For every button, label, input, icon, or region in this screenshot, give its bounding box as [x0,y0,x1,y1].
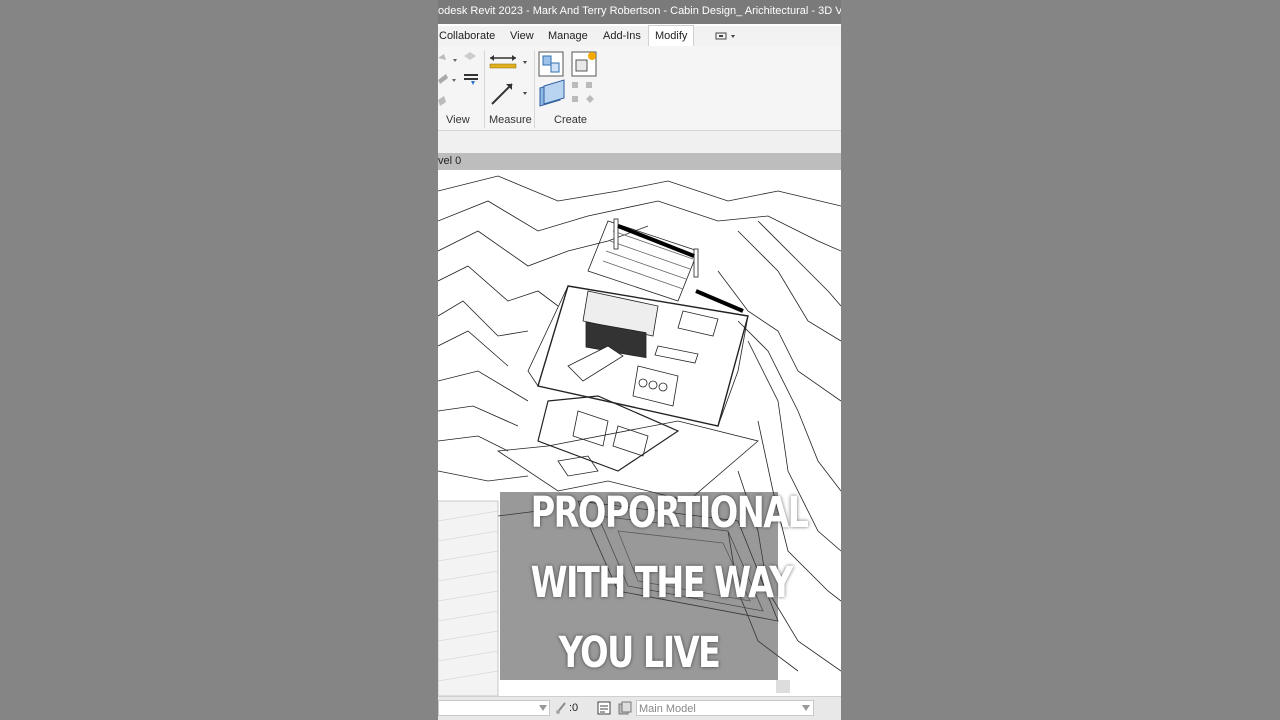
chevron-down-icon [539,705,547,711]
editable-only-icon[interactable] [597,701,611,720]
backdrop-right [841,0,1280,720]
view-panel-label: View [446,114,470,126]
workset-value: Main Model [639,703,696,715]
backdrop-left [0,0,438,720]
caption-line-2: WITH THE WAY [530,558,794,608]
caption-line-3: YOU LIVE [558,628,721,678]
tab-add-ins[interactable]: Add-Ins [603,26,641,46]
caption-line-1: PROPORTIONAL [530,488,809,538]
scroll-corner [776,680,790,693]
worksets-icon[interactable] [618,701,632,720]
measure-icon[interactable] [488,52,530,112]
view-tools-icon[interactable] [438,50,484,110]
view-tab-label: vel 0 [438,155,462,167]
view-tab-level[interactable]: vel 0 [438,153,841,170]
window-title: odesk Revit 2023 - Mark And Terry Robert… [438,0,841,24]
tab-view[interactable]: View [510,26,534,46]
workset-select[interactable]: Main Model [636,700,814,716]
create-tools-icon[interactable] [536,48,600,110]
tab-collaborate[interactable]: Collaborate [439,26,495,46]
create-panel-label: Create [554,114,588,126]
revit-window: odesk Revit 2023 - Mark And Terry Robert… [438,0,841,720]
tab-manage[interactable]: Manage [548,26,588,46]
measure-panel-label: Measure [489,114,532,126]
ribbon: View Measure Create [438,46,841,131]
status-bar: :0 Main Model [438,696,841,720]
ribbon-tabs: Collaborate View Manage Add-Ins Modify [438,25,841,46]
status-combo-left[interactable] [438,700,550,716]
tab-modify[interactable]: Modify [648,25,695,46]
selection-filter-icon[interactable] [555,701,567,720]
chevron-down-icon [802,705,810,711]
options-bar [438,131,841,153]
selection-count: :0 [569,702,579,714]
ribbon-options-icon[interactable] [714,26,738,46]
